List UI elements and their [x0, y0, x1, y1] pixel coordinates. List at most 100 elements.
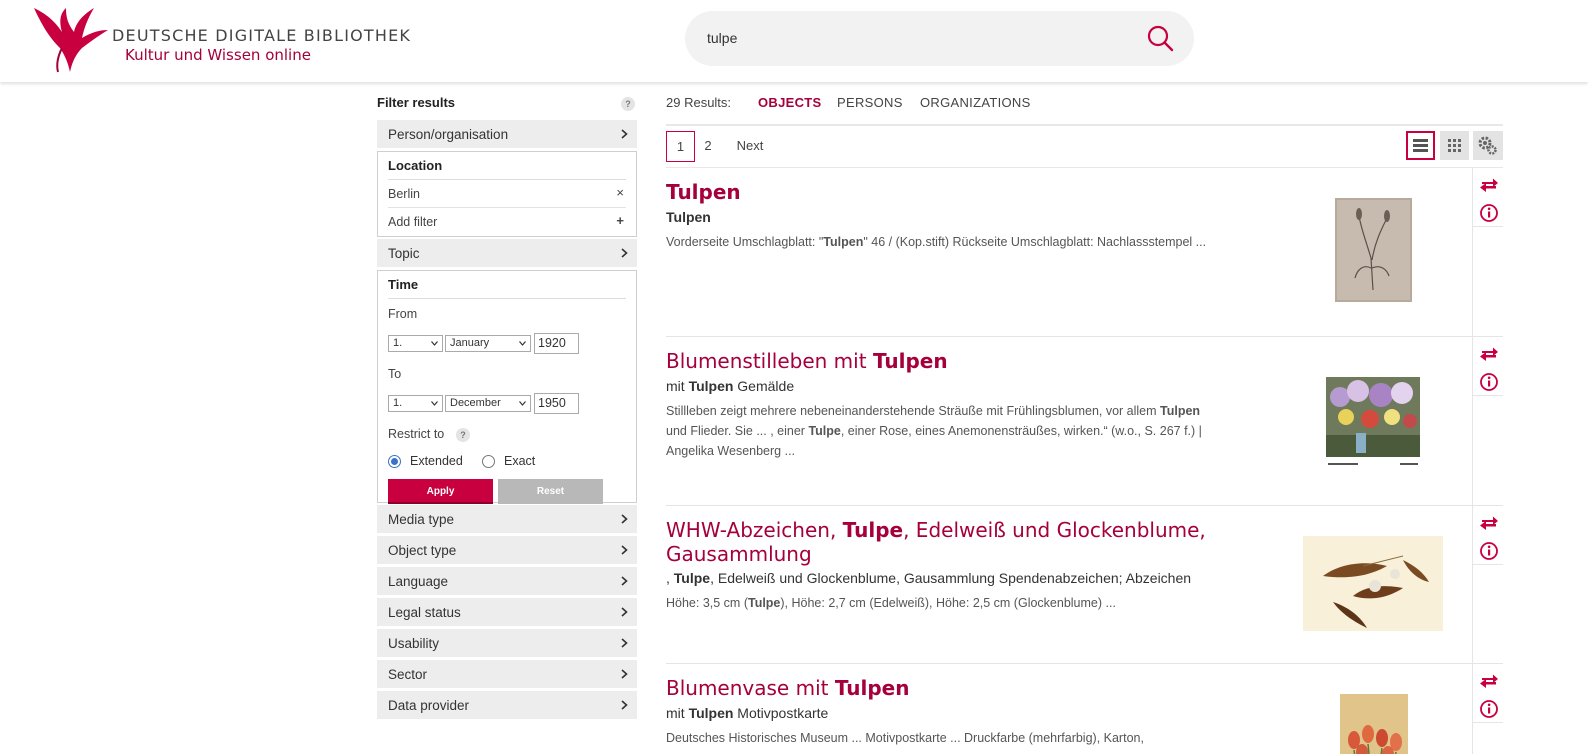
- facet-person-organisation[interactable]: Person/organisation: [377, 120, 637, 149]
- facet-item[interactable]: Data provider: [377, 691, 637, 720]
- chevron-right-icon: [621, 248, 628, 258]
- tab-organizations[interactable]: ORGANIZATIONS: [920, 95, 1031, 110]
- list-view-button[interactable]: [1406, 131, 1435, 160]
- result-description: Stillleben zeigt mehrere nebeneinanderst…: [666, 401, 1216, 461]
- search-box: [685, 11, 1194, 66]
- add-filter-icon[interactable]: +: [616, 213, 624, 228]
- add-filter-row[interactable]: Add filter +: [388, 208, 626, 236]
- tab-objects[interactable]: OBJECTS: [758, 95, 822, 110]
- facet-item[interactable]: Usability: [377, 629, 637, 658]
- result-thumbnail[interactable]: [1335, 198, 1412, 302]
- from-month-value: January: [450, 337, 490, 349]
- list-view-icon: [1413, 139, 1428, 152]
- filter-header: Filter results ?: [377, 90, 637, 118]
- result-subtitle: Tulpen: [666, 208, 1226, 226]
- compare-button[interactable]: [1479, 512, 1499, 532]
- logo-subtitle: Kultur und Wissen online: [125, 46, 311, 64]
- to-month-select[interactable]: December: [445, 395, 531, 412]
- compare-button[interactable]: [1479, 174, 1499, 194]
- result-subtitle-segment: , Edelweiß und Glockenblume, Gausammlung…: [710, 570, 1192, 586]
- search-input[interactable]: [707, 25, 1127, 51]
- chevron-right-icon: [621, 545, 628, 555]
- add-filter-label: Add filter: [388, 215, 438, 229]
- page-1-link[interactable]: 1: [666, 131, 695, 162]
- result-title-segment: Tulpen: [872, 349, 948, 373]
- grid-view-button[interactable]: [1440, 131, 1469, 160]
- from-date: 1. January 1920: [388, 333, 626, 357]
- restrict-label: Restrict to: [388, 427, 445, 441]
- chevron-right-icon: [621, 607, 628, 617]
- result-title-segment: Tulpe: [842, 518, 904, 542]
- result-thumbnail[interactable]: [1326, 377, 1420, 469]
- info-button[interactable]: [1479, 541, 1499, 561]
- facet-item[interactable]: Language: [377, 567, 637, 596]
- info-button[interactable]: [1479, 203, 1499, 223]
- result-title-segment: WHW-Abzeichen,: [666, 518, 843, 542]
- result-thumbnail[interactable]: [1340, 694, 1408, 754]
- from-day-select[interactable]: 1.: [388, 335, 443, 352]
- result-subtitle-segment: Tulpen: [688, 705, 734, 721]
- logo-title: DEUTSCHE DIGITALE BIBLIOTHEK: [112, 26, 412, 45]
- search-icon[interactable]: [1146, 24, 1176, 54]
- to-year-input[interactable]: 1950: [534, 393, 579, 414]
- result-title[interactable]: WHW-Abzeichen, Tulpe, Edelweiß und Glock…: [666, 518, 1226, 566]
- to-day-select[interactable]: 1.: [388, 395, 443, 412]
- chevron-right-icon: [621, 129, 628, 139]
- gears-icon: [1478, 136, 1497, 155]
- page-2-link[interactable]: 2: [700, 131, 716, 162]
- info-button[interactable]: [1479, 372, 1499, 392]
- facet-topic[interactable]: Topic: [377, 239, 637, 268]
- chevron-down-icon: [431, 341, 438, 346]
- result-description-segment: Tulpe: [808, 424, 841, 438]
- tab-persons[interactable]: PERSONS: [837, 95, 903, 110]
- result-description: Vorderseite Umschlagblatt: "Tulpen" 46 /…: [666, 232, 1216, 252]
- result-title[interactable]: Blumenvase mit Tulpen: [666, 676, 1226, 700]
- location-value-row: Berlin ×: [388, 180, 626, 208]
- next-page-link[interactable]: Next: [734, 131, 766, 162]
- site-logo[interactable]: DEUTSCHE DIGITALE BIBLIOTHEK Kultur und …: [32, 4, 410, 74]
- radio-checked-icon: [388, 455, 401, 468]
- result-item: WHW-Abzeichen, Tulpe , Edelweiß und Glock…: [666, 506, 1503, 664]
- result-title-segment: Blumenvase mit: [666, 676, 835, 700]
- result-list: Tulpen Tulpen Vorderseite Umschlagblatt: "…: [666, 168, 1503, 754]
- result-subtitle-segment: Motivpostkarte: [733, 705, 829, 721]
- from-month-select[interactable]: January: [445, 335, 531, 352]
- facet-item[interactable]: Sector: [377, 660, 637, 689]
- restrict-help-icon[interactable]: ?: [456, 428, 470, 442]
- radio-unchecked-icon: [482, 455, 495, 468]
- result-subtitle: mit Tulpen Motivpostkarte: [666, 704, 1226, 722]
- from-day-value: 1.: [393, 337, 403, 349]
- filter-sidebar: Filter results ? Person/organisation Loc…: [377, 90, 637, 720]
- facet-label: Object type: [388, 543, 457, 558]
- reset-button[interactable]: Reset: [498, 479, 603, 504]
- settings-button[interactable]: [1473, 131, 1503, 160]
- from-label: From: [388, 307, 418, 321]
- filter-help-icon[interactable]: ?: [621, 97, 635, 111]
- result-subtitle-segment: mit: [666, 378, 689, 394]
- result-description: Deutsches Historisches Museum ... Motivp…: [666, 728, 1216, 748]
- result-description-segment: Vorderseite Umschlagblatt: ": [666, 235, 824, 249]
- from-year-input[interactable]: 1920: [534, 333, 579, 354]
- info-icon: [1480, 542, 1498, 560]
- result-description: Höhe: 3,5 cm (Tulpe), Höhe: 2,7 cm (Edel…: [666, 593, 1216, 613]
- compare-button[interactable]: [1479, 670, 1499, 690]
- facet-item[interactable]: Media type: [377, 505, 637, 534]
- time-title: Time: [388, 271, 626, 299]
- result-description-segment: und Flieder. Sie ... , einer: [666, 424, 809, 438]
- result-title[interactable]: Tulpen: [666, 180, 1226, 204]
- info-button[interactable]: [1479, 699, 1499, 719]
- bottom-facets: Media type Object type Language Legal statu…: [377, 505, 637, 720]
- result-title[interactable]: Blumenstilleben mit Tulpen: [666, 349, 1226, 373]
- pagination-bar: 1 2 Next: [666, 126, 1503, 168]
- result-subtitle: mit Tulpen Gemälde: [666, 377, 1226, 395]
- chevron-right-icon: [621, 576, 628, 586]
- result-actions: [1472, 168, 1503, 336]
- location-title: Location: [388, 152, 626, 180]
- remove-filter-icon[interactable]: ×: [616, 185, 624, 200]
- apply-button[interactable]: Apply: [388, 479, 493, 504]
- compare-button[interactable]: [1479, 343, 1499, 363]
- facet-item[interactable]: Legal status: [377, 598, 637, 627]
- facet-item[interactable]: Object type: [377, 536, 637, 565]
- filter-title: Filter results: [377, 95, 456, 110]
- result-thumbnail[interactable]: [1303, 536, 1443, 631]
